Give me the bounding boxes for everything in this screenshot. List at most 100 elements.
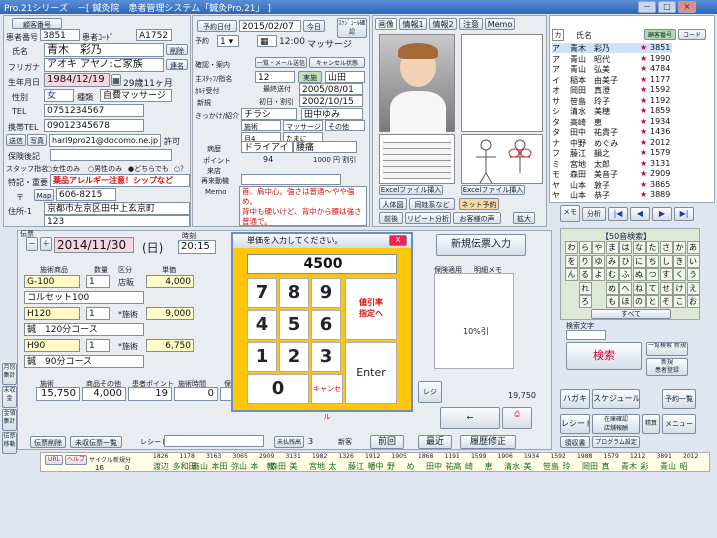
enter-button[interactable]: Enter	[345, 342, 397, 404]
today-button[interactable]: 今日	[303, 20, 325, 32]
history-edit-button[interactable]: 履歴修正	[460, 435, 516, 449]
patient-no-field[interactable]: 3851	[40, 29, 80, 41]
maximize-button[interactable]: □	[658, 1, 676, 13]
strip-name[interactable]: 宮地	[309, 461, 325, 472]
slip-next-icon[interactable]: ＋	[40, 237, 52, 251]
key-0[interactable]: 0	[247, 374, 309, 404]
program-settings-button[interactable]: プログラム設定	[592, 436, 640, 448]
note-field[interactable]: 薬品アレルギー注意！シップなど	[50, 174, 190, 187]
new-slip-button[interactable]: 新規伝票入力	[436, 234, 526, 256]
map-button[interactable]: Map	[34, 189, 54, 201]
slip-date-field[interactable]: 2014/11/30	[54, 237, 134, 253]
kana-key[interactable]: ゆ	[592, 254, 605, 268]
kana-key[interactable]: け	[673, 281, 686, 295]
item-code-field[interactable]: H90	[24, 339, 80, 352]
address2-field[interactable]: 123	[44, 215, 190, 227]
kana-key[interactable]: き	[673, 254, 686, 268]
qty-select[interactable]: 1	[86, 339, 110, 352]
item-code-field[interactable]: 鍼 120分コース	[24, 323, 144, 336]
key-3[interactable]: 3	[311, 342, 341, 372]
actual-button[interactable]: 実施	[298, 71, 322, 83]
memo-field[interactable]: 首、肩中心。強さは普通〜やや強め。 背中も硬いけど、背中から腰は強さ普通で。	[239, 186, 367, 226]
kana-key[interactable]: み	[605, 254, 619, 268]
close-button[interactable]: ×	[678, 1, 696, 13]
memo-area[interactable]: 10%引	[434, 273, 514, 369]
strip-name[interactable]: 商山	[192, 461, 208, 472]
email-field[interactable]: hari9pro21@docomo.ne.jp	[49, 134, 161, 147]
price-field[interactable]: 4,000	[146, 275, 194, 288]
price-field[interactable]: 9,000	[146, 307, 194, 320]
list-item[interactable]: タ 田中 祐貴子 ★ 1436	[552, 127, 672, 137]
kana-key[interactable]: あ	[686, 241, 700, 254]
kana-key[interactable]: し	[659, 254, 673, 268]
latest-slip-button[interactable]: 最近	[418, 435, 452, 449]
kana-key[interactable]: こ	[673, 295, 686, 308]
barcode-field[interactable]: A1752	[136, 29, 172, 41]
net-reserve-button[interactable]: ネット予約	[459, 198, 499, 210]
strip-name[interactable]: 昭	[680, 461, 688, 472]
kana-key[interactable]: は	[619, 241, 632, 254]
kana-key[interactable]: ま	[605, 241, 619, 254]
strip-name[interactable]: 青木	[621, 461, 637, 472]
kana-key[interactable]: う	[686, 268, 700, 281]
kana-key[interactable]: を	[565, 254, 578, 268]
strip-name[interactable]: 祐高	[446, 461, 462, 472]
first-date-field[interactable]: 2002/10/15	[299, 95, 363, 107]
excel-insert2-button[interactable]: Excelファイル挿入	[461, 185, 525, 195]
search-button[interactable]: 検索	[566, 342, 642, 370]
kana-key[interactable]: れ	[578, 281, 592, 295]
tab-info2[interactable]: 情報2	[429, 18, 457, 30]
kana-key[interactable]: と	[646, 295, 659, 308]
kana-all-button[interactable]: すべて	[591, 309, 671, 319]
strip-name[interactable]: 森田	[270, 461, 286, 472]
cancel-status-button[interactable]: キャンセル状態	[309, 57, 365, 68]
list-item[interactable]: ア青木 彩乃★3851A1752	[552, 43, 672, 53]
item-code-field[interactable]: コルセット100	[24, 291, 144, 304]
same-name-button[interactable]: 同姓系など	[409, 198, 455, 210]
ref2-select[interactable]: マッサージ	[283, 120, 323, 131]
customer-voice-button[interactable]: お客様の声	[453, 212, 501, 224]
delete-button[interactable]: 削除	[166, 44, 188, 55]
discount-rate-button[interactable]: 値引率 指定へ	[345, 278, 397, 340]
strip-name[interactable]: 玲	[563, 461, 571, 472]
list-item[interactable]: ア 青山 弘美 ★ 4784	[552, 64, 672, 74]
ref3-select[interactable]: その他	[325, 120, 365, 131]
strip-name[interactable]: 青山	[660, 461, 676, 472]
link-button[interactable]: 連名	[166, 59, 188, 70]
kana-key[interactable]: か	[673, 241, 686, 254]
kana-key[interactable]: せ	[659, 281, 673, 295]
postcard-button[interactable]: ハガキ	[560, 389, 590, 409]
dialog-close-button[interactable]: X	[389, 235, 407, 246]
strip-name[interactable]: 真	[602, 461, 610, 472]
kana-key[interactable]: ら	[578, 241, 592, 254]
qty-select[interactable]: 1	[86, 307, 110, 320]
stock-check-button[interactable]: 在庫確認 店舗報酬	[592, 414, 640, 434]
receipt-field[interactable]	[164, 435, 264, 447]
prev-record-icon[interactable]: ◀	[630, 207, 650, 221]
zip-field[interactable]: 606-8215	[56, 188, 116, 201]
tab-caution[interactable]: 注意	[459, 18, 483, 30]
list-item[interactable]: ヤ山本 敦子 ★ 3865	[552, 180, 672, 190]
kana-key[interactable]: ぬ	[632, 268, 646, 281]
key-4[interactable]: 4	[247, 310, 277, 340]
repeat-analysis-button[interactable]: リピート分析	[405, 212, 451, 224]
unpaid-list-button[interactable]: 未収伝票一覧	[70, 436, 122, 448]
staff-opt-any[interactable]: ●どちらでも	[128, 164, 169, 174]
kana-key[interactable]: ね	[632, 281, 646, 295]
kana-key[interactable]: ふ	[619, 268, 632, 281]
revisit-select[interactable]	[241, 174, 341, 185]
zoom-button[interactable]: 拡大	[513, 212, 535, 224]
strip-name[interactable]: 彩	[641, 461, 649, 472]
sex-select[interactable]: 女	[44, 89, 74, 102]
price-field[interactable]: 6,750	[146, 339, 194, 352]
kana-key[interactable]: に	[632, 254, 646, 268]
list-item[interactable]: フ 藤江 韻之 ★ 1579	[552, 148, 672, 158]
strip-name[interactable]: 恵	[485, 461, 493, 472]
reserve-no-select[interactable]: 1 ▾	[217, 35, 239, 47]
key-8[interactable]: 8	[279, 278, 309, 308]
body-chart-button[interactable]: 人体図	[379, 198, 407, 210]
new-patient-button[interactable]: 新規 患者登録	[646, 358, 688, 376]
list-item[interactable]: ヤ 山本 恭子 ★ 3889	[552, 190, 672, 200]
reserve-date-field[interactable]: 2015/02/07	[239, 20, 301, 32]
key-1[interactable]: 1	[247, 342, 277, 372]
